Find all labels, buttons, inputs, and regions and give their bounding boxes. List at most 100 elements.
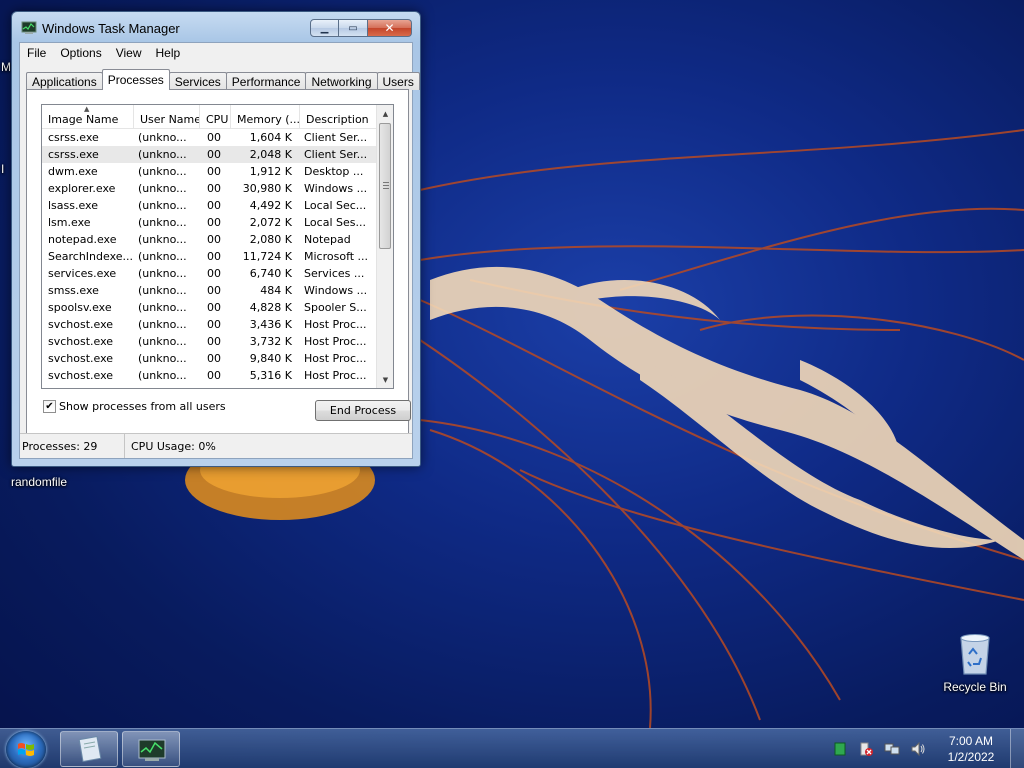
cell-description: Client Ser... — [304, 131, 368, 144]
menu-view[interactable]: View — [109, 46, 149, 60]
table-row[interactable]: svchost.exe (unkno... 00 5,316 K Host Proc..… — [42, 367, 376, 384]
cell-description: Client Ser... — [304, 148, 368, 161]
clock-date: 1/2/2022 — [947, 750, 995, 764]
column-image-name-label: Image Name — [48, 113, 119, 126]
cell-memory: 11,724 K — [242, 250, 292, 263]
scroll-up-icon[interactable]: ▲ — [377, 105, 393, 122]
cell-description: Host Proc... — [304, 335, 367, 348]
cell-memory: 1,912 K — [249, 165, 292, 178]
taskbar-task-manager-button[interactable] — [122, 731, 180, 767]
table-row[interactable]: notepad.exe (unkno... 00 2,080 K Notepad — [42, 231, 376, 248]
tab-processes[interactable]: Processes — [101, 69, 170, 90]
show-all-users-checkbox[interactable]: ✔ — [43, 400, 56, 413]
show-all-users-checkbox-row[interactable]: ✔ Show processes from all users — [43, 400, 226, 413]
window-client-area: File Options View Help Applications Proc… — [19, 42, 420, 459]
maximize-button[interactable]: ▭ — [339, 19, 368, 37]
minimize-icon: ▁ — [320, 22, 329, 34]
cell-cpu: 00 — [207, 335, 221, 348]
column-memory[interactable]: Memory (... — [231, 105, 300, 128]
cell-user-name: (unkno... — [138, 233, 187, 246]
cell-memory: 2,072 K — [249, 216, 292, 229]
menu-options[interactable]: Options — [53, 46, 108, 60]
vertical-scrollbar[interactable]: ▲ ▼ — [376, 105, 393, 388]
cell-user-name: (unkno... — [138, 301, 187, 314]
column-description[interactable]: Description — [300, 105, 376, 128]
menu-help[interactable]: Help — [149, 46, 188, 60]
cell-user-name: (unkno... — [138, 165, 187, 178]
scrollbar-thumb[interactable] — [379, 123, 391, 249]
cell-user-name: (unkno... — [138, 216, 187, 229]
maximize-icon: ▭ — [348, 22, 358, 34]
cell-user-name: (unkno... — [138, 335, 187, 348]
process-list[interactable]: ▲ Image Name User Name CPU Memory (... D… — [41, 104, 394, 389]
table-row[interactable]: svchost.exe (unkno... 00 9,840 K Host Proc..… — [42, 350, 376, 367]
minimize-button[interactable]: ▁ — [310, 19, 339, 37]
column-cpu[interactable]: CPU — [200, 105, 231, 128]
close-icon: ✕ — [384, 21, 395, 35]
tab-users[interactable]: Users — [376, 72, 420, 90]
menu-bar: File Options View Help — [20, 43, 412, 62]
recycle-bin-label: Recycle Bin — [943, 680, 1007, 694]
status-cpu-usage: CPU Usage: 0% — [131, 439, 216, 453]
cell-user-name: (unkno... — [138, 131, 187, 144]
title-bar[interactable]: Windows Task Manager ▁ ▭ ✕ — [12, 12, 420, 42]
show-desktop-button[interactable] — [1010, 729, 1024, 768]
cell-memory: 3,436 K — [249, 318, 292, 331]
scroll-down-icon[interactable]: ▼ — [377, 371, 393, 388]
action-center-icon[interactable] — [858, 741, 874, 757]
table-row[interactable]: csrss.exe (unkno... 00 2,048 K Client Ser... — [42, 146, 376, 163]
cell-user-name: (unkno... — [138, 250, 187, 263]
table-row[interactable]: services.exe (unkno... 00 6,740 K Services .… — [42, 265, 376, 282]
process-list-header: ▲ Image Name User Name CPU Memory (... D… — [42, 105, 393, 129]
cell-description: Desktop ... — [304, 165, 364, 178]
cell-user-name: (unkno... — [138, 182, 187, 195]
cell-memory: 3,732 K — [249, 335, 292, 348]
volume-icon[interactable] — [910, 741, 926, 757]
table-row[interactable]: spoolsv.exe (unkno... 00 4,828 K Spooler S..… — [42, 299, 376, 316]
desktop-icon-recycle-bin[interactable]: Recycle Bin — [935, 632, 1015, 694]
menu-file[interactable]: File — [20, 46, 53, 60]
table-row[interactable]: svchost.exe (unkno... 00 3,732 K Host Proc..… — [42, 333, 376, 350]
table-row[interactable]: dwm.exe (unkno... 00 1,912 K Desktop ... — [42, 163, 376, 180]
show-all-users-label: Show processes from all users — [59, 400, 226, 413]
table-row[interactable]: svchost.exe (unkno... 00 3,436 K Host Proc..… — [42, 316, 376, 333]
table-row[interactable]: lsass.exe (unkno... 00 4,492 K Local Sec... — [42, 197, 376, 214]
task-manager-window[interactable]: Windows Task Manager ▁ ▭ ✕ File Options … — [11, 11, 421, 467]
close-button[interactable]: ✕ — [368, 19, 412, 37]
table-row[interactable]: smss.exe (unkno... 00 484 K Windows ... — [42, 282, 376, 299]
table-row[interactable]: lsm.exe (unkno... 00 2,072 K Local Ses... — [42, 214, 376, 231]
taskbar-clock[interactable]: 7:00 AM 1/2/2022 — [936, 733, 1006, 765]
cell-cpu: 00 — [207, 352, 221, 365]
cell-cpu: 00 — [207, 165, 221, 178]
start-button[interactable] — [6, 731, 46, 768]
cell-image-name: explorer.exe — [48, 182, 116, 195]
cell-cpu: 00 — [207, 233, 221, 246]
cell-user-name: (unkno... — [138, 284, 187, 297]
recycle-bin-icon — [957, 632, 993, 676]
tab-applications[interactable]: Applications — [26, 72, 103, 90]
desktop-icon-randomfile[interactable]: randomfile — [11, 475, 67, 489]
table-row[interactable]: SearchIndexe... (unkno... 00 11,724 K Micros… — [42, 248, 376, 265]
tab-services[interactable]: Services — [168, 72, 227, 90]
column-image-name[interactable]: ▲ Image Name — [42, 105, 134, 128]
taskbar: 7:00 AM 1/2/2022 — [0, 728, 1024, 768]
cell-cpu: 00 — [207, 199, 221, 212]
column-user-name[interactable]: User Name — [134, 105, 200, 128]
cell-image-name: csrss.exe — [48, 131, 99, 144]
cell-description: Host Proc... — [304, 318, 367, 331]
taskbar-notepad-button[interactable] — [60, 731, 118, 767]
task-manager-icon — [21, 21, 37, 35]
table-row[interactable]: csrss.exe (unkno... 00 1,604 K Client Ser... — [42, 129, 376, 146]
tab-networking[interactable]: Networking — [305, 72, 378, 90]
tray-app-icon[interactable] — [832, 741, 848, 757]
cell-image-name: dwm.exe — [48, 165, 98, 178]
checkmark-icon: ✔ — [45, 401, 54, 412]
tab-performance[interactable]: Performance — [225, 72, 307, 90]
table-row[interactable]: explorer.exe (unkno... 00 30,980 K Windows .… — [42, 180, 376, 197]
end-process-button[interactable]: End Process — [315, 400, 411, 421]
cell-description: Local Ses... — [304, 216, 366, 229]
clock-time: 7:00 AM — [948, 734, 994, 748]
cell-user-name: (unkno... — [138, 148, 187, 161]
network-icon[interactable] — [884, 741, 900, 757]
cell-description: Spooler S... — [304, 301, 367, 314]
